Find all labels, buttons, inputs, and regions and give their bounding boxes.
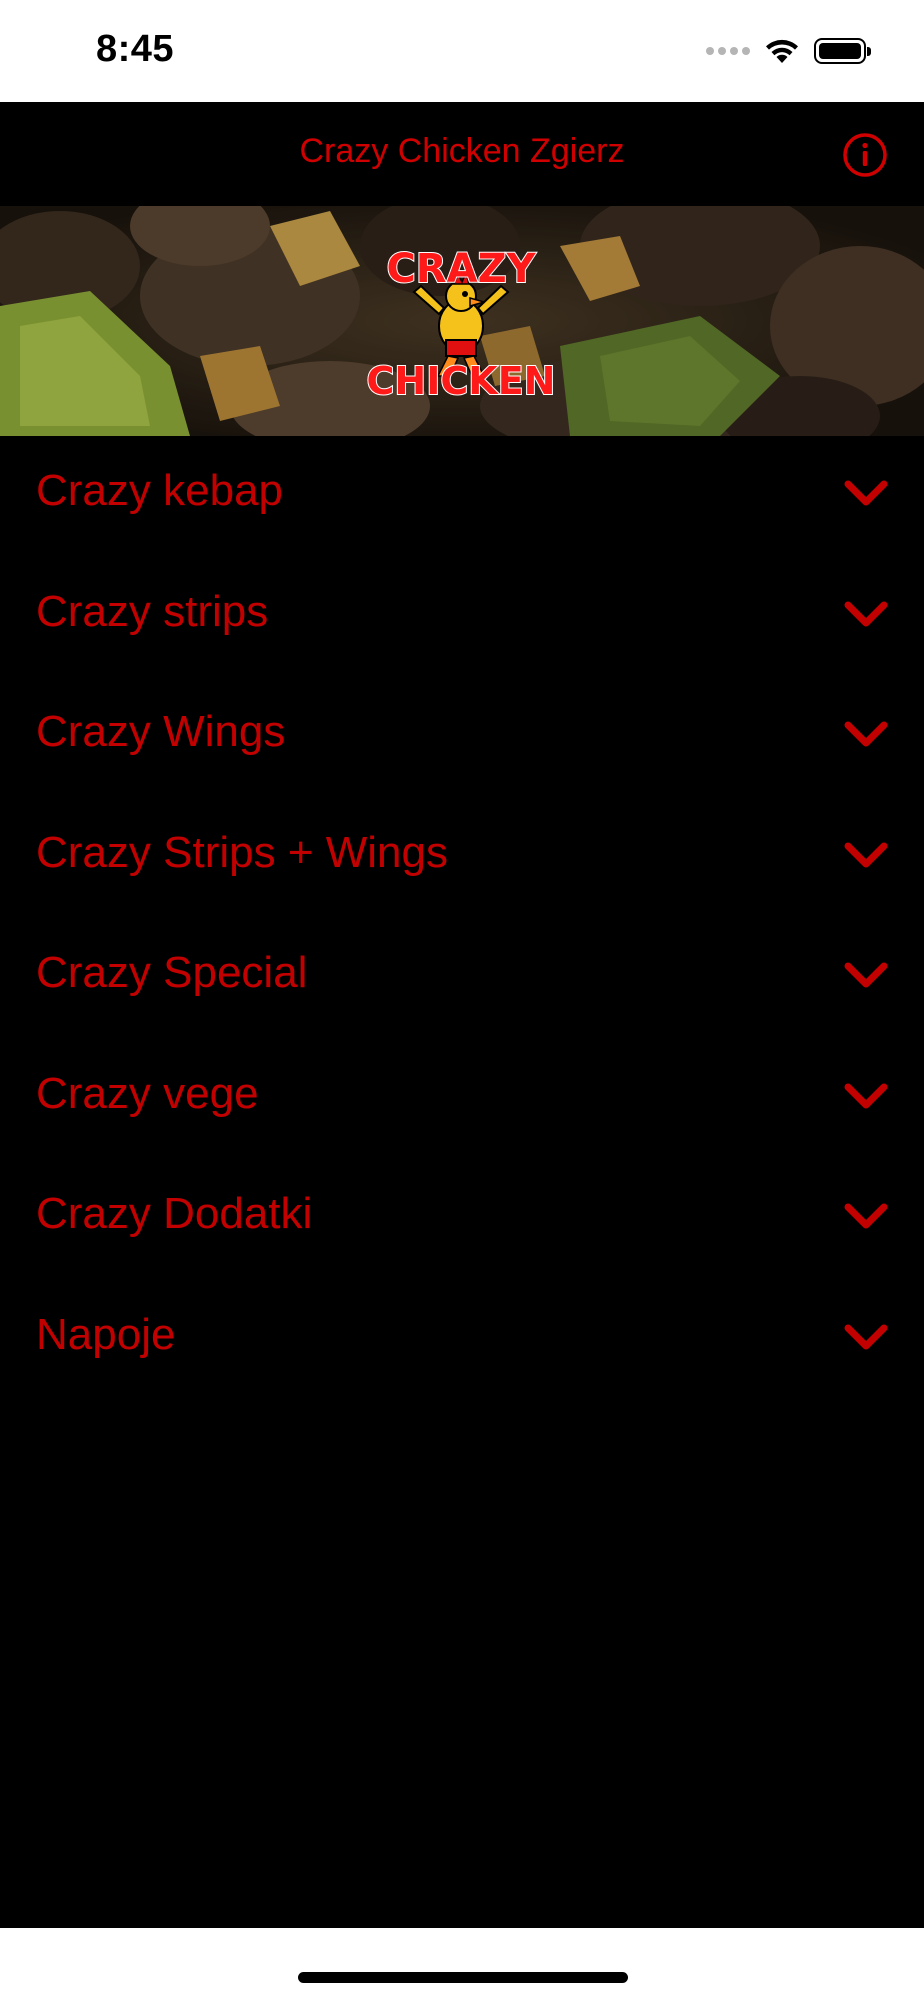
category-item-crazy-dodatki[interactable]: Crazy Dodatki [0,1159,924,1280]
category-item-crazy-wings[interactable]: Crazy Wings [0,677,924,798]
category-list: Crazy kebap Crazy strips Crazy Wings Cra… [0,436,924,1400]
chevron-down-icon [844,842,888,867]
chevron-down-icon [844,1324,888,1349]
category-item-napoje[interactable]: Napoje [0,1280,924,1401]
chevron-down-icon [844,1203,888,1229]
battery-icon [814,38,871,64]
category-label: Crazy Special [36,948,308,997]
category-item-crazy-vege[interactable]: Crazy vege [0,1039,924,1160]
page-title: Crazy Chicken Zgierz [299,132,625,170]
status-time: 8:45 [96,28,175,70]
category-label: Crazy strips [36,586,269,636]
category-item-crazy-strips-wings[interactable]: Crazy Strips + Wings [0,798,924,919]
chevron-down-icon [844,601,888,626]
cellular-signal-icon [706,47,750,55]
chevron-down-icon [844,721,888,747]
chevron-down-icon [844,962,888,988]
category-label: Crazy kebap [36,466,284,515]
logo-text-bottom: CHICKEN [367,359,556,403]
category-label: Crazy Wings [36,707,286,756]
category-item-crazy-special[interactable]: Crazy Special [0,918,924,1039]
chevron-down-icon [844,480,888,506]
wifi-icon [766,39,798,63]
status-bar: 8:45 [0,0,924,102]
home-indicator[interactable] [298,1972,628,1983]
info-button[interactable] [842,132,888,178]
navigation-bar: Crazy Chicken Zgierz [0,102,924,206]
home-indicator-area [0,1928,924,2000]
category-item-crazy-kebap[interactable]: Crazy kebap [0,436,924,557]
category-label: Crazy vege [36,1068,259,1118]
info-circle-icon [843,133,887,177]
category-label: Napoje [36,1309,176,1359]
chevron-down-icon [844,1083,888,1108]
category-item-crazy-strips[interactable]: Crazy strips [0,557,924,678]
category-label: Crazy Dodatki [36,1189,313,1238]
crazy-chicken-logo: CRAZY CHICKEN [366,244,557,404]
status-icons [706,34,871,68]
logo-text-top: CRAZY [386,246,536,292]
banner-image: CRAZY CHICKEN [0,206,924,436]
category-label: Crazy Strips + Wings [36,827,448,877]
app-screen: 8:45 Crazy Chicken Zgierz CRAZY CHICKEN … [0,0,924,2000]
